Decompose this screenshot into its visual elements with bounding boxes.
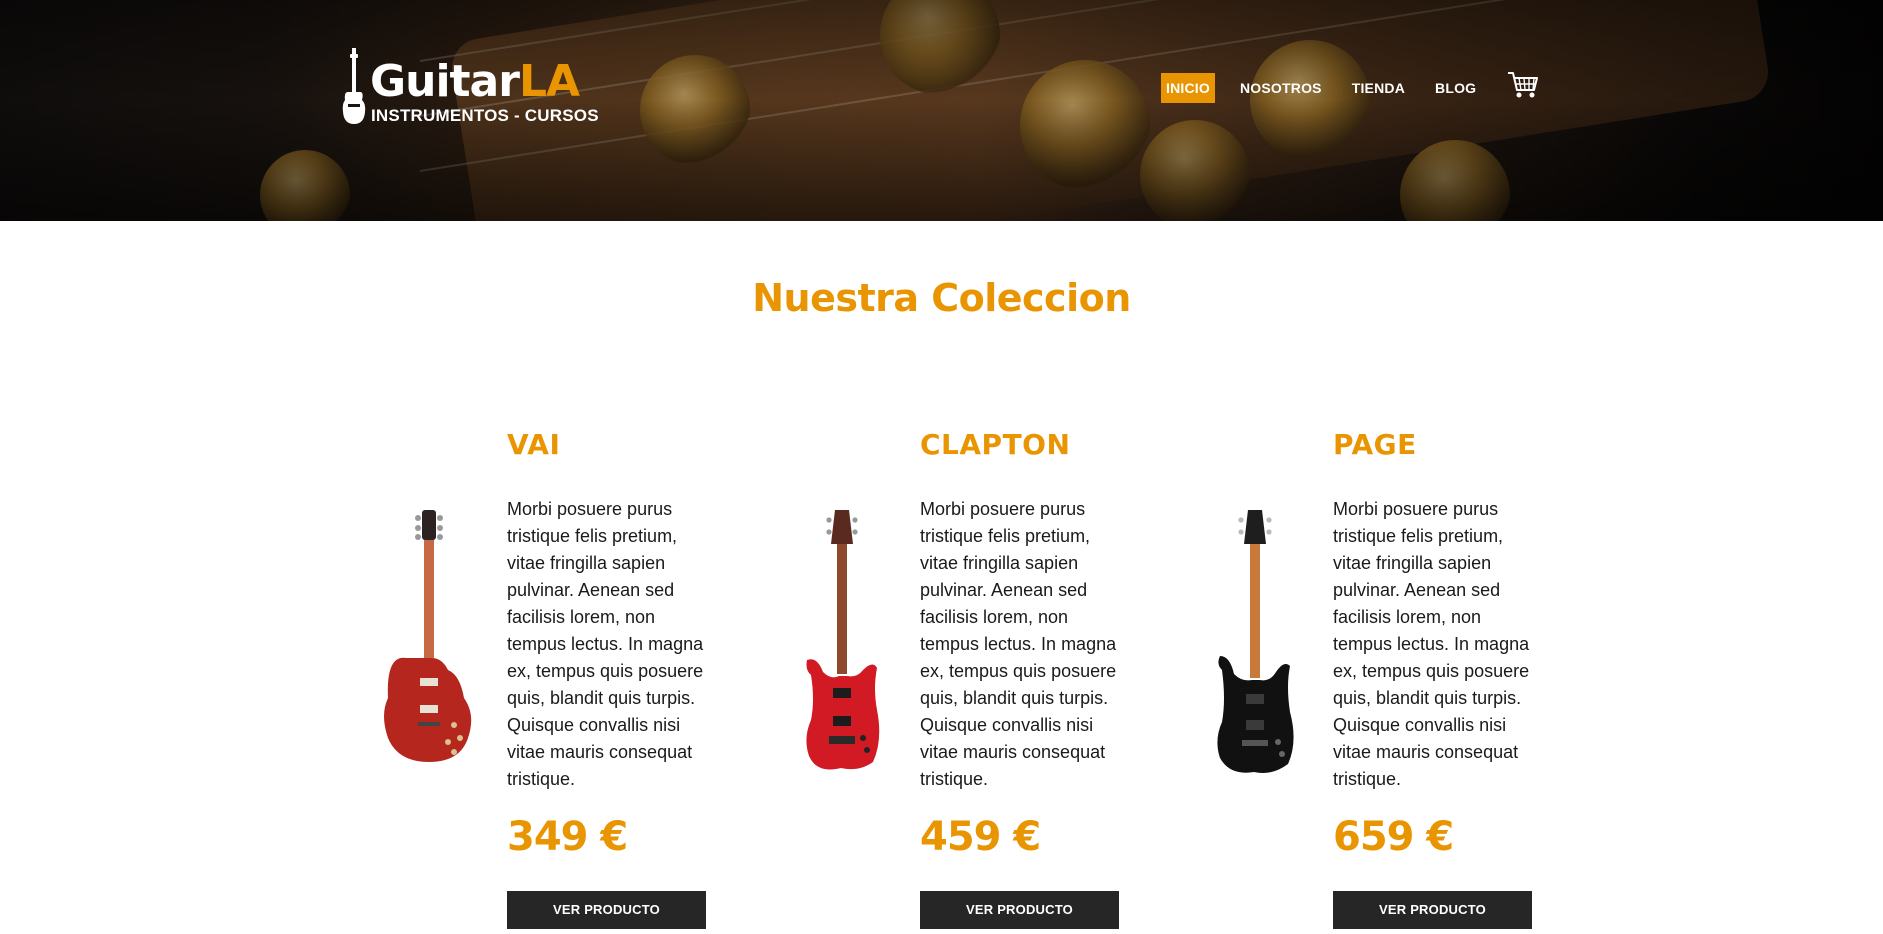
product-name: VAI [507, 428, 561, 461]
site-logo[interactable]: GuitarLA INSTRUMENTOS - CURSOS [340, 44, 600, 128]
guitar-image-page [1217, 510, 1294, 773]
logo-tagline: INSTRUMENTOS - CURSOS [371, 106, 599, 125]
view-product-button[interactable]: VER PRODUCTO [920, 891, 1119, 929]
site-header: GuitarLA INSTRUMENTOS - CURSOS INICIO NO… [0, 0, 1883, 221]
product-card: PAGE Morbi posuere purus tristique felis… [1194, 420, 1594, 934]
product-description: Morbi posuere purus tristique felis pret… [920, 499, 1117, 789]
nav-link-nosotros[interactable]: NOSOTROS [1235, 73, 1327, 103]
view-product-button[interactable]: VER PRODUCTO [507, 891, 706, 929]
main-navigation: INICIO NOSOTROS TIENDA BLOG [1161, 73, 1501, 103]
page-title: Nuestra Coleccion [752, 276, 1131, 320]
guitar-image-clapton [806, 510, 880, 770]
nav-link-blog[interactable]: BLOG [1430, 73, 1481, 103]
logo-brand: GuitarLA [370, 56, 580, 107]
product-card: VAI Morbi posuere purus tristique felis … [368, 420, 768, 934]
product-price: 459 € [920, 814, 1041, 860]
nav-link-tienda[interactable]: TIENDA [1347, 73, 1410, 103]
guitar-image-vai [384, 510, 472, 762]
product-price: 659 € [1333, 814, 1454, 860]
product-description: Morbi posuere purus tristique felis pret… [1333, 499, 1530, 789]
nav-link-inicio[interactable]: INICIO [1161, 73, 1215, 103]
product-description: Morbi posuere purus tristique felis pret… [507, 499, 704, 789]
product-price: 349 € [507, 814, 628, 860]
shopping-cart-icon[interactable] [1507, 70, 1539, 100]
guitar-logo-icon [342, 48, 366, 124]
product-name: CLAPTON [920, 428, 1071, 461]
view-product-button[interactable]: VER PRODUCTO [1333, 891, 1532, 929]
product-name: PAGE [1333, 428, 1417, 461]
product-card: CLAPTON Morbi posuere purus tristique fe… [781, 420, 1181, 934]
